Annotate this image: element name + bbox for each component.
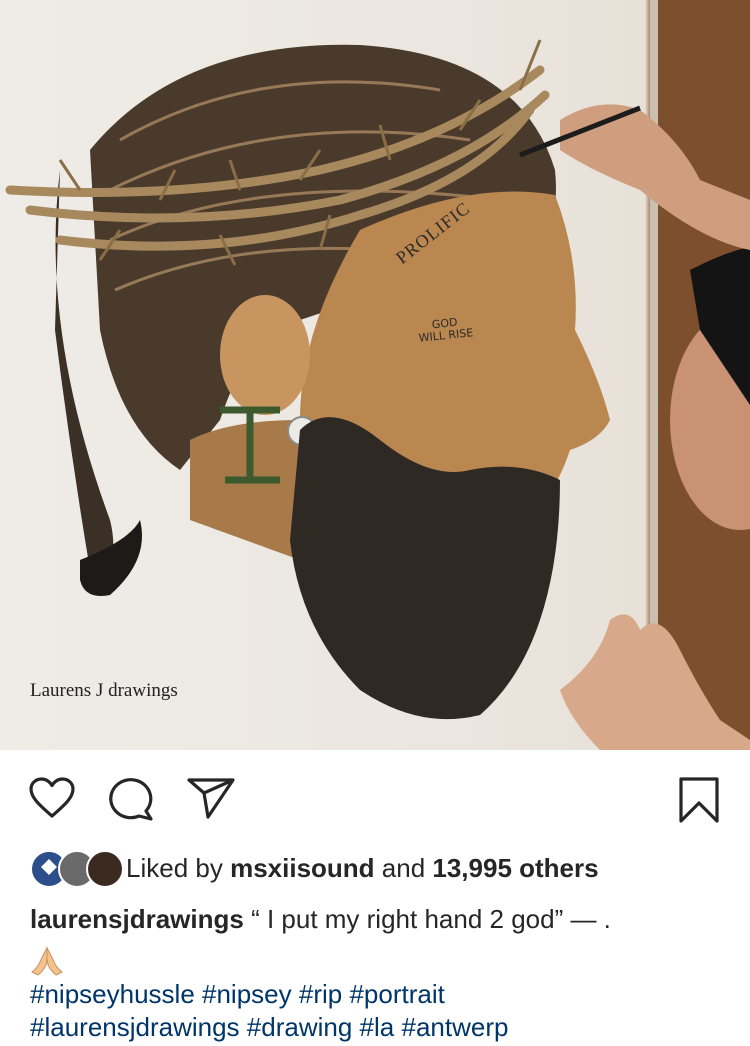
send-icon (187, 778, 235, 819)
likes-text: Liked by msxiisound and 13,995 others (126, 853, 599, 884)
hashtag-link[interactable]: #nipseyhussle (30, 979, 195, 1009)
heart-icon (29, 777, 75, 818)
watermark-text: Laurens J drawings (30, 680, 178, 701)
hashtag-link[interactable]: #nipsey (202, 979, 292, 1009)
caption-username[interactable]: laurensjdrawings (30, 904, 244, 934)
liker-username[interactable]: msxiisound (230, 853, 374, 883)
likes-prefix: Liked by (126, 852, 231, 883)
like-button[interactable] (28, 776, 76, 823)
action-bar (0, 770, 750, 830)
hashtag-link[interactable]: #portrait (349, 979, 444, 1009)
portrait-drawing (5, 0, 750, 750)
caption: laurensjdrawings “ I put my right hand 2… (30, 900, 730, 938)
likes-row[interactable]: Liked by msxiisound and 13,995 others (30, 846, 599, 890)
bookmark-icon (679, 777, 719, 823)
comment-icon (109, 778, 153, 821)
save-button[interactable] (678, 776, 720, 827)
liker-avatars (30, 848, 124, 888)
caption-text: “ I put my right hand 2 god” — . (243, 904, 611, 934)
hashtag-link[interactable]: #drawing (247, 1012, 353, 1042)
hashtag-link[interactable]: #rip (299, 979, 342, 1009)
likes-count[interactable]: 13,995 others (432, 853, 598, 883)
post-image[interactable]: PROLIFIC GOD WILL RISE Laurens J drawing… (0, 0, 750, 750)
folded-hands-icon (31, 946, 63, 976)
hashtag-link[interactable]: #la (360, 1012, 395, 1042)
hashtag-link[interactable]: #antwerp (401, 1012, 508, 1042)
comment-button[interactable] (108, 776, 156, 825)
share-button[interactable] (186, 776, 236, 823)
avatar (86, 850, 124, 888)
hashtag-link[interactable]: #laurensjdrawings (30, 1012, 240, 1042)
likes-middle: and (374, 852, 433, 883)
hashtags: #nipseyhussle #nipsey #rip #portrait #la… (30, 978, 730, 1044)
